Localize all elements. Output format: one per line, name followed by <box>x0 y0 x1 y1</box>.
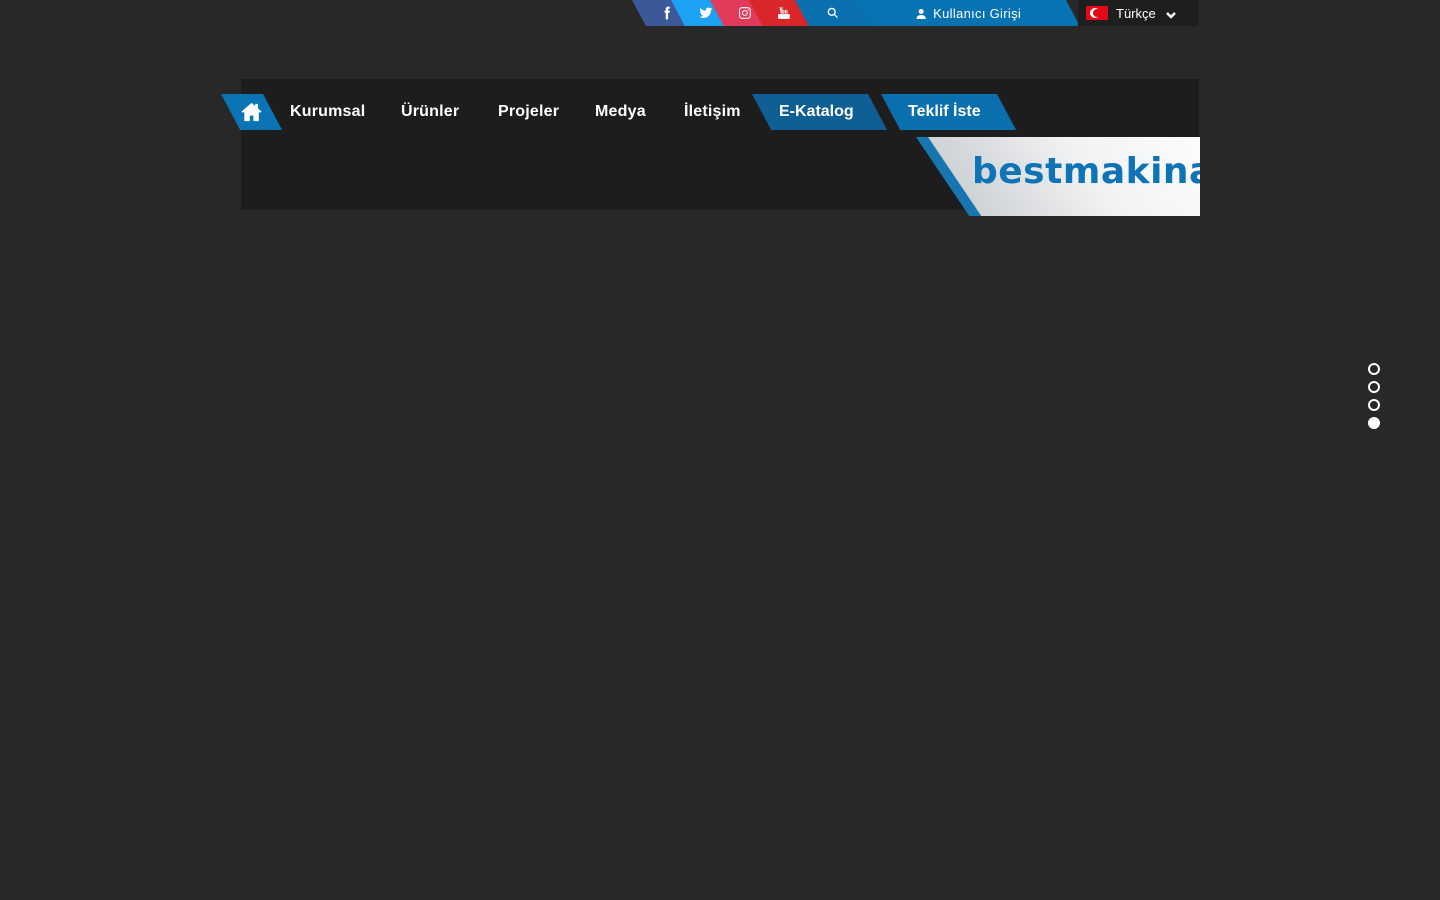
slider-dot-1[interactable] <box>1368 363 1380 375</box>
slider-dot-4[interactable] <box>1368 417 1380 429</box>
user-icon <box>916 8 926 18</box>
turkey-flag-icon <box>1086 6 1108 20</box>
search-icon <box>826 6 840 20</box>
logo-text: bestmakina <box>972 151 1200 192</box>
nav-item-projeler[interactable]: Projeler <box>498 94 559 130</box>
quote-request-button[interactable] <box>881 94 1017 130</box>
nav-item-medya[interactable]: Medya <box>595 94 646 130</box>
home-icon <box>241 102 263 122</box>
instagram-icon <box>738 6 752 20</box>
nav-item-kurumsal[interactable]: Kurumsal <box>290 94 365 130</box>
user-login-label: Kullanıcı Girişi <box>932 5 1021 21</box>
top-bar: Kullanıcı Girişi Türkçe <box>0 0 1440 26</box>
twitter-icon <box>699 6 713 20</box>
nav-item-urunler[interactable]: Ürünler <box>401 94 459 130</box>
slider-pagination <box>1368 363 1380 435</box>
nav-item-iletisim[interactable]: İletişim <box>684 94 741 130</box>
language-label: Türkçe <box>1116 5 1156 21</box>
e-catalog-button[interactable] <box>752 94 888 130</box>
slider-dot-3[interactable] <box>1368 399 1380 411</box>
logo[interactable]: bestmakina <box>916 137 1200 216</box>
chevron-down-icon <box>1165 8 1176 19</box>
language-selector[interactable]: Türkçe <box>1078 0 1198 26</box>
youtube-icon <box>777 6 791 20</box>
user-login-button[interactable]: Kullanıcı Girişi <box>856 0 1080 26</box>
slider-dot-2[interactable] <box>1368 381 1380 393</box>
facebook-icon <box>660 6 674 20</box>
